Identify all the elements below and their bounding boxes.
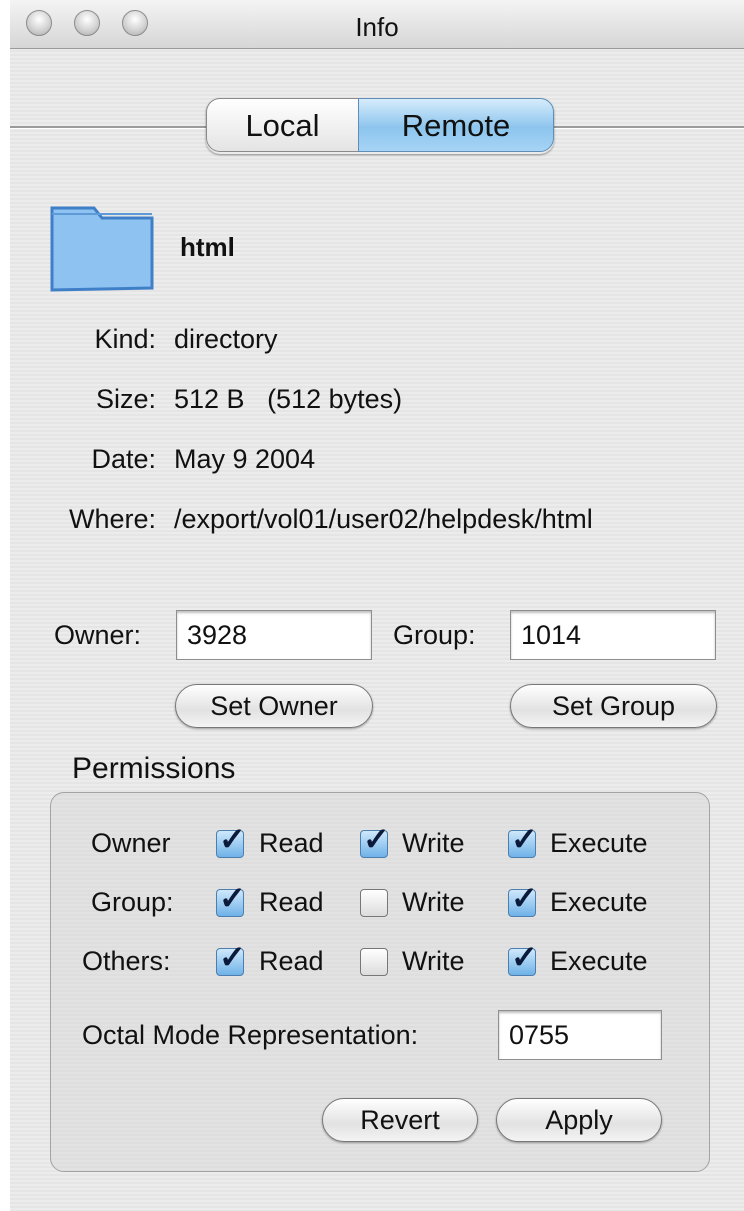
set-owner-button[interactable]: Set Owner [175, 684, 373, 728]
tab-local[interactable]: Local [206, 98, 358, 152]
location-segmented-control: Local Remote [206, 98, 554, 154]
group-execute-label: Execute [550, 887, 648, 917]
revert-button[interactable]: Revert [322, 1098, 478, 1142]
tab-remote[interactable]: Remote [358, 98, 554, 152]
perm-row-group-label: Group: [91, 887, 174, 917]
perm-row-owner-label: Owner [91, 828, 171, 858]
checkmark-icon: ✓ [219, 880, 246, 916]
checkmark-icon: ✓ [363, 821, 390, 857]
others-read-checkbox[interactable]: ✓ [216, 941, 246, 976]
checkmark-icon: ✓ [511, 939, 538, 975]
others-write-label: Write [402, 946, 465, 976]
group-read-checkbox[interactable]: ✓ [216, 882, 246, 917]
owner-execute-checkbox[interactable]: ✓ [508, 823, 538, 858]
apply-button[interactable]: Apply [496, 1098, 662, 1142]
group-write-label: Write [402, 887, 465, 917]
file-name: html [180, 232, 235, 262]
size-value: 512 B (512 bytes) [174, 384, 403, 414]
others-execute-label: Execute [550, 946, 648, 976]
checkmark-icon: ✓ [219, 939, 246, 975]
date-label: Date: [91, 444, 156, 474]
owner-write-checkbox[interactable]: ✓ [360, 823, 390, 858]
info-row-where: Where: /export/vol01/user02/helpdesk/htm… [0, 504, 744, 540]
owner-field[interactable]: 3928 [176, 610, 372, 660]
where-label: Where: [68, 504, 156, 534]
group-read-label: Read [259, 887, 324, 917]
octal-mode-field[interactable]: 0755 [498, 1010, 662, 1060]
checkmark-icon: ✓ [219, 821, 246, 857]
size-label: Size: [95, 384, 156, 414]
info-row-kind: Kind: directory [0, 324, 744, 360]
kind-value: directory [174, 324, 278, 354]
set-group-button[interactable]: Set Group [510, 684, 717, 728]
others-execute-checkbox[interactable]: ✓ [508, 941, 538, 976]
title-bar: Info [10, 0, 744, 49]
folder-icon [50, 206, 154, 292]
owner-label: Owner: [54, 620, 142, 650]
checkmark-icon: ✓ [511, 821, 538, 857]
checkmark-icon: ✓ [511, 880, 538, 916]
owner-read-checkbox[interactable]: ✓ [216, 823, 246, 858]
kind-label: Kind: [94, 324, 156, 354]
info-window: Info Local Remote html Kind: directory S… [0, 0, 744, 1211]
owner-execute-label: Execute [550, 828, 648, 858]
owner-write-label: Write [402, 828, 465, 858]
where-value: /export/vol01/user02/helpdesk/html [174, 504, 593, 534]
group-label: Group: [393, 620, 476, 650]
owner-read-label: Read [259, 828, 324, 858]
others-write-checkbox[interactable] [360, 948, 388, 976]
window-title: Info [355, 12, 399, 42]
octal-mode-label: Octal Mode Representation: [82, 1020, 419, 1050]
perm-row-others-label: Others: [82, 946, 171, 976]
group-write-checkbox[interactable] [360, 889, 388, 917]
window-edge [0, 0, 10, 1211]
group-execute-checkbox[interactable]: ✓ [508, 882, 538, 917]
date-value: May 9 2004 [174, 444, 316, 474]
info-row-date: Date: May 9 2004 [0, 444, 744, 480]
permissions-title: Permissions [72, 752, 236, 785]
others-read-label: Read [259, 946, 324, 976]
group-field[interactable]: 1014 [510, 610, 716, 660]
info-row-size: Size: 512 B (512 bytes) [0, 384, 744, 420]
